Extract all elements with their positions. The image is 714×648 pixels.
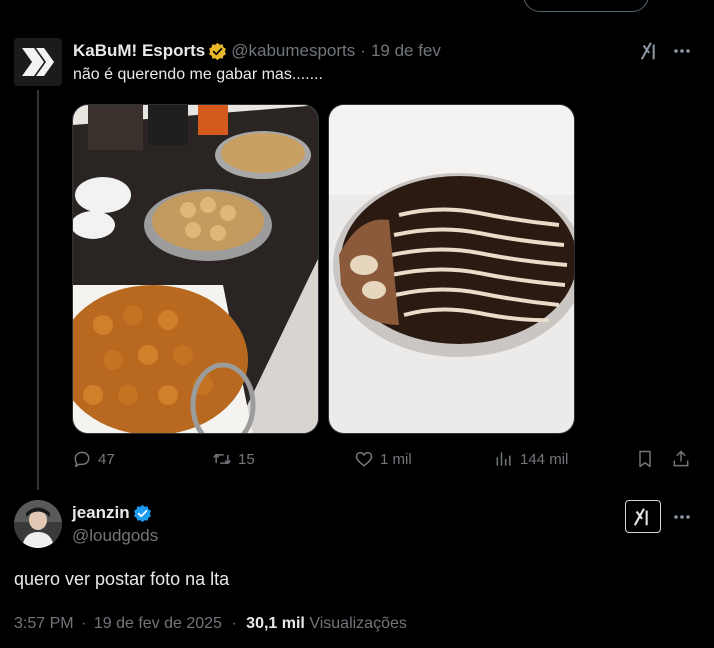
reply-views-count: 30,1 mil [246, 615, 305, 632]
separator: · [231, 615, 237, 632]
more-icon[interactable] [672, 41, 692, 61]
dessert-photo [329, 105, 574, 433]
avatar[interactable] [14, 500, 62, 548]
like-icon [355, 451, 373, 467]
user-handle[interactable]: @loudgods [72, 526, 158, 546]
verified-badge-icon [133, 504, 151, 522]
tweet-actions: 47 15 1 mil 144 mil [72, 449, 697, 473]
views-button[interactable]: 144 mil [494, 449, 568, 469]
more-icon[interactable] [672, 507, 692, 527]
grok-button[interactable] [625, 500, 661, 533]
reply-text: quero ver postar foto na lta [14, 569, 230, 589]
reply-views-label: Visualizações [309, 615, 407, 632]
tweet-date[interactable]: 19 de fev [371, 41, 441, 61]
separator: · [81, 615, 87, 632]
tweet-photo-snacks[interactable] [72, 104, 319, 434]
grok-icon [633, 508, 648, 526]
display-name[interactable]: KaBuM! Esports [73, 41, 205, 61]
reply-header: jeanzin [72, 503, 156, 523]
like-count: 1 mil [380, 450, 412, 468]
bookmark-icon [639, 450, 651, 468]
share-icon [673, 450, 689, 467]
thread-connector-line [37, 90, 39, 490]
tweet-header: KaBuM! Esports @kabumesports · 19 de fev [73, 41, 441, 61]
views-count: 144 mil [520, 450, 569, 468]
separator: · [360, 41, 366, 60]
retweet-icon [213, 453, 231, 465]
kabum-logo-icon [14, 38, 62, 86]
reply-time[interactable]: 3:57 PM [14, 615, 74, 632]
tweet-photo-dessert[interactable] [328, 104, 575, 434]
top-button-partial[interactable] [523, 0, 649, 12]
tweet-text: não é querendo me gabar mas....... [73, 66, 323, 83]
reply-icon [74, 451, 90, 468]
snacks-photo [73, 105, 318, 433]
user-photo [14, 500, 62, 548]
retweet-count: 15 [238, 450, 255, 468]
grok-icon[interactable] [639, 40, 661, 62]
like-button[interactable]: 1 mil [354, 449, 412, 469]
views-icon [496, 452, 511, 466]
reply-date[interactable]: 19 de fev de 2025 [94, 615, 222, 632]
display-name[interactable]: jeanzin [72, 503, 130, 523]
verified-badge-icon [209, 42, 227, 60]
reply-meta: 3:57 PM · 19 de fev de 2025 · 30,1 mil V… [14, 615, 407, 633]
share-button[interactable] [671, 449, 691, 469]
reply-button[interactable]: 47 [72, 449, 115, 469]
retweet-button[interactable]: 15 [212, 449, 255, 469]
reply-count: 47 [98, 450, 115, 468]
bookmark-button[interactable] [635, 449, 655, 469]
user-handle[interactable]: @kabumesports [231, 41, 355, 61]
avatar[interactable] [14, 38, 62, 86]
